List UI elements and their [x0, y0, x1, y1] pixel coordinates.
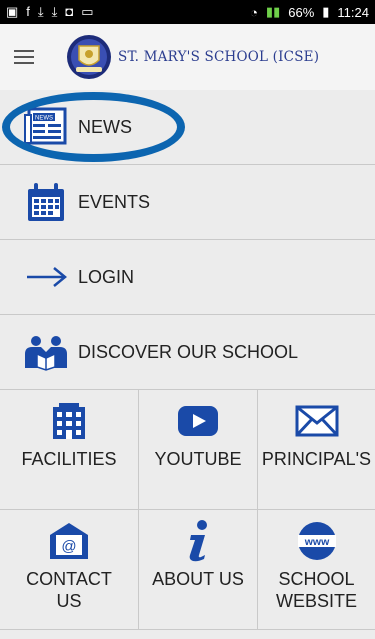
- tile-about-us[interactable]: ABOUT US: [139, 510, 258, 630]
- tile-contact-us[interactable]: @ CONTACT US: [0, 510, 139, 630]
- menu-item-label: LOGIN: [78, 266, 135, 287]
- image-icon: ▭: [81, 4, 94, 19]
- status-bar: ▣ f ⤓ ⤓ ◘ ▭ ◔ ▮▮ 66% ▮ 11:24: [0, 0, 375, 24]
- envelope-icon: [295, 398, 339, 444]
- download-icon: ⤓: [37, 4, 44, 19]
- main-menu-list: NEWS NEWS EVENTS LOGIN DISCOVER OUR SCHO…: [0, 90, 375, 390]
- svg-text:@: @: [61, 538, 76, 555]
- tile-label: CONTACT US: [26, 569, 112, 611]
- www-globe-icon: www: [296, 518, 338, 564]
- message-icon: ◘: [65, 4, 74, 19]
- tile-school-website[interactable]: www SCHOOL WEBSITE: [258, 510, 375, 630]
- building-icon: [49, 398, 89, 444]
- clock: 11:24: [337, 4, 369, 20]
- menu-item-label: DISCOVER OUR SCHOOL: [78, 341, 299, 362]
- tile-label: SCHOOL WEBSITE: [275, 569, 357, 611]
- menu-item-login[interactable]: LOGIN: [0, 240, 375, 315]
- download-icon: ⤓: [51, 4, 58, 19]
- signal-icon: ▮▮: [265, 4, 281, 19]
- email-at-icon: @: [48, 518, 90, 564]
- facebook-icon: f: [26, 4, 30, 19]
- tile-label: ABOUT US: [152, 569, 244, 589]
- info-icon: [183, 518, 213, 564]
- battery-icon: ▮: [322, 4, 330, 19]
- menu-item-events[interactable]: EVENTS: [0, 165, 375, 240]
- hamburger-menu-button[interactable]: [4, 37, 44, 77]
- reading-people-icon: [18, 327, 74, 377]
- svg-text:www: www: [303, 536, 329, 548]
- tile-label: YOUTUBE: [154, 449, 242, 469]
- school-crest-logo: [67, 35, 111, 79]
- menu-item-news[interactable]: NEWS NEWS: [0, 90, 375, 165]
- app-bar: ST. MARY'S SCHOOL (ICSE): [0, 24, 375, 90]
- tiles-grid: FACILITIES YOUTUBE PRINCIPAL'S @ CONTACT…: [0, 390, 375, 630]
- news-icon: NEWS: [18, 102, 74, 152]
- menu-item-label: NEWS: [78, 116, 132, 137]
- tile-youtube[interactable]: YOUTUBE: [139, 390, 258, 510]
- svg-text:NEWS: NEWS: [35, 116, 53, 122]
- notification-icon: ▣: [6, 4, 19, 19]
- menu-item-label: EVENTS: [78, 191, 151, 212]
- youtube-play-icon: [176, 398, 220, 444]
- tile-facilities[interactable]: FACILITIES: [0, 390, 139, 510]
- calendar-icon: [18, 177, 74, 227]
- hamburger-icon: [14, 50, 34, 64]
- menu-item-discover-our-school[interactable]: DISCOVER OUR SCHOOL: [0, 315, 375, 390]
- app-title: ST. MARY'S SCHOOL (ICSE): [118, 49, 320, 65]
- tile-label: PRINCIPAL'S: [261, 449, 372, 469]
- battery-percent: 66%: [288, 4, 315, 20]
- tile-label: FACILITIES: [21, 449, 117, 469]
- arrow-right-icon: [18, 252, 74, 302]
- tile-principals[interactable]: PRINCIPAL'S: [258, 390, 375, 510]
- wifi-icon: ◔: [250, 4, 258, 20]
- notification-icons: ▣ f ⤓ ⤓ ◘ ▭: [6, 4, 94, 20]
